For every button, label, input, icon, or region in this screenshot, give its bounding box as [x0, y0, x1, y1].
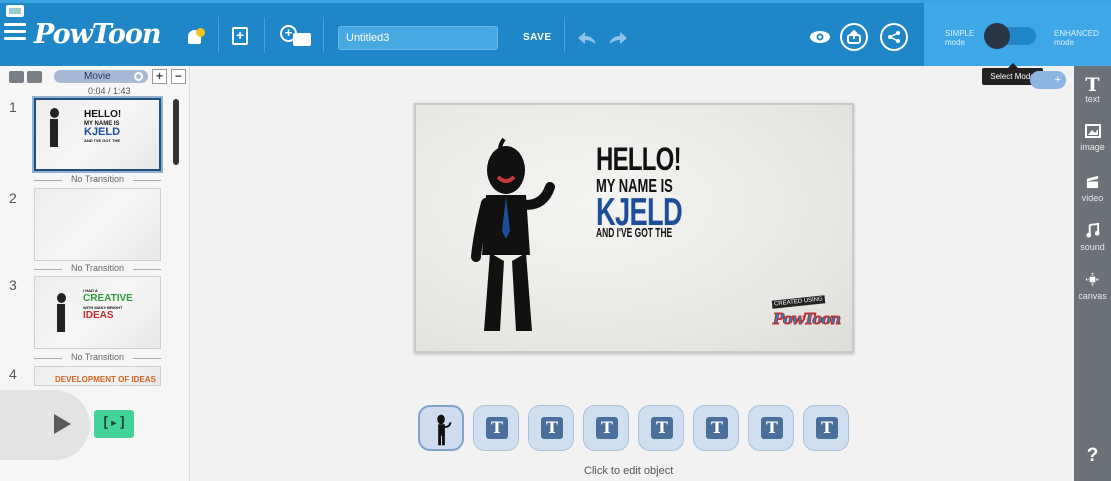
add-slide-button[interactable]: +	[152, 69, 167, 84]
new-slide-icon[interactable]	[232, 27, 248, 45]
mode-toggle[interactable]	[984, 23, 1036, 49]
simple-mode-label[interactable]: SIMPLE mode	[945, 29, 974, 47]
image-tool-label: image	[1080, 142, 1105, 152]
text-icon: T	[1085, 74, 1100, 96]
enhanced-mode-label[interactable]: ENHANCED mode	[1054, 29, 1099, 47]
character-figure	[57, 293, 66, 303]
object-text-7[interactable]: T	[803, 405, 849, 451]
slide-thumbnail-1[interactable]: HELLO! MY NAME IS KJELD AND I'VE GOT THE	[34, 98, 161, 171]
character-icon	[437, 414, 452, 446]
share-icon[interactable]	[880, 23, 908, 51]
movie-mode-toggle[interactable]: Movie	[54, 70, 148, 83]
slide-view-icon[interactable]	[9, 71, 24, 83]
object-text-5[interactable]: T	[693, 405, 739, 451]
toolbar-divider	[218, 17, 219, 53]
thumb-text: IDEAS	[83, 310, 114, 321]
slide-number: 2	[9, 190, 17, 206]
character-figure	[50, 108, 59, 118]
slide-grid-icon[interactable]	[27, 71, 42, 83]
remove-slide-button[interactable]: −	[171, 69, 186, 84]
transition-label[interactable]: No Transition	[34, 174, 161, 184]
object-character[interactable]	[418, 405, 464, 451]
transition-label[interactable]: No Transition	[34, 263, 161, 273]
toggle-knob[interactable]	[984, 23, 1010, 49]
text-tool[interactable]: T text	[1074, 74, 1111, 105]
video-tool-label: video	[1081, 193, 1104, 203]
menu-icon[interactable]	[4, 23, 26, 41]
canvas-text-hello[interactable]: HELLO!	[596, 143, 682, 175]
slide-number: 3	[9, 277, 17, 293]
text-object-icon: T	[761, 417, 783, 439]
notification-bell-icon[interactable]	[186, 28, 205, 48]
redo-icon[interactable]	[608, 31, 628, 45]
transition-label[interactable]: No Transition	[34, 352, 161, 362]
thumb-text: CREATIVE	[83, 293, 133, 304]
created-using-badge: CREATED USING	[771, 295, 826, 309]
text-tool-label: text	[1085, 94, 1100, 104]
object-text-2[interactable]: T	[528, 405, 574, 451]
add-object-icon[interactable]: +	[280, 25, 312, 47]
slide-thumbnail-4[interactable]: DEVELOPMENT OF IDEAS	[34, 366, 161, 386]
slide-canvas[interactable]: HELLO! MY NAME IS KJELD AND I'VE GOT THE…	[414, 103, 854, 353]
export-icon[interactable]	[840, 23, 868, 51]
slide-number: 4	[9, 366, 17, 382]
add-button[interactable]: +	[1030, 71, 1066, 89]
thumb-text: HELLO!	[84, 109, 122, 120]
character-figure	[57, 304, 65, 332]
sound-icon	[1074, 222, 1111, 242]
canvas-icon	[1074, 272, 1111, 291]
video-tool[interactable]: video	[1074, 174, 1111, 203]
text-object-icon: T	[541, 417, 563, 439]
save-button[interactable]: SAVE	[523, 32, 552, 43]
app-logo[interactable]: PowToon	[34, 19, 161, 50]
canvas-text-gotthe[interactable]: AND I'VE GOT THE	[596, 226, 672, 239]
thumb-text: KJELD	[84, 126, 121, 138]
image-icon	[1074, 124, 1111, 142]
preview-eye-icon[interactable]	[810, 30, 830, 44]
slide-number: 1	[9, 99, 17, 115]
play-button[interactable]	[0, 390, 90, 460]
text-object-icon: T	[486, 417, 508, 439]
thumb-text: DEVELOPMENT OF IDEAS	[55, 375, 156, 384]
slide-thumbnail-2[interactable]	[34, 188, 161, 261]
image-tool[interactable]: image	[1074, 124, 1111, 152]
text-object-icon: T	[706, 417, 728, 439]
sound-tool-label: sound	[1080, 242, 1105, 252]
preview-play-button[interactable]: [▸]	[94, 410, 134, 438]
character-figure[interactable]	[446, 135, 556, 335]
canvas-tool-label: canvas	[1078, 291, 1107, 301]
edit-object-hint: Click to edit object	[584, 465, 674, 477]
undo-icon[interactable]	[577, 31, 597, 45]
right-toolbar: T text image video sound canvas	[1074, 66, 1111, 481]
timecode: 0:04 / 1:43	[88, 86, 131, 96]
slide-thumbnail-3[interactable]: I HAD A CREATIVE WITH MANY BRIGHT IDEAS	[34, 276, 161, 349]
object-text-3[interactable]: T	[583, 405, 629, 451]
help-icon[interactable]: ?	[1074, 445, 1111, 467]
toolbar-divider	[564, 17, 565, 53]
object-text-6[interactable]: T	[748, 405, 794, 451]
object-text-4[interactable]: T	[638, 405, 684, 451]
presentation-title-input[interactable]	[338, 26, 498, 50]
app-badge-icon	[6, 5, 24, 17]
mode-switch-panel: SIMPLE mode ENHANCED mode	[924, 3, 1111, 66]
canvas-tool[interactable]: canvas	[1074, 272, 1111, 301]
video-icon	[1074, 174, 1111, 193]
thumb-text: AND I'VE GOT THE	[84, 138, 121, 143]
object-text-1[interactable]: T	[473, 405, 519, 451]
play-icon[interactable]	[54, 414, 71, 434]
top-toolbar: PowToon + SAVE SIMPLEmode ENHANCEDmode	[0, 0, 1111, 66]
toolbar-divider	[264, 17, 265, 53]
toggle-dot-icon	[134, 72, 143, 81]
powtoon-watermark: PowToon	[772, 310, 841, 329]
slides-panel: Movie + − 0:04 / 1:43 1 HELLO! MY NAME I…	[0, 66, 190, 481]
text-object-icon: T	[651, 417, 673, 439]
sound-tool[interactable]: sound	[1074, 222, 1111, 252]
text-object-icon: T	[596, 417, 618, 439]
text-object-icon: T	[816, 417, 838, 439]
character-figure	[50, 119, 58, 147]
toolbar-divider	[323, 17, 324, 53]
slides-scrollbar[interactable]	[173, 99, 179, 165]
